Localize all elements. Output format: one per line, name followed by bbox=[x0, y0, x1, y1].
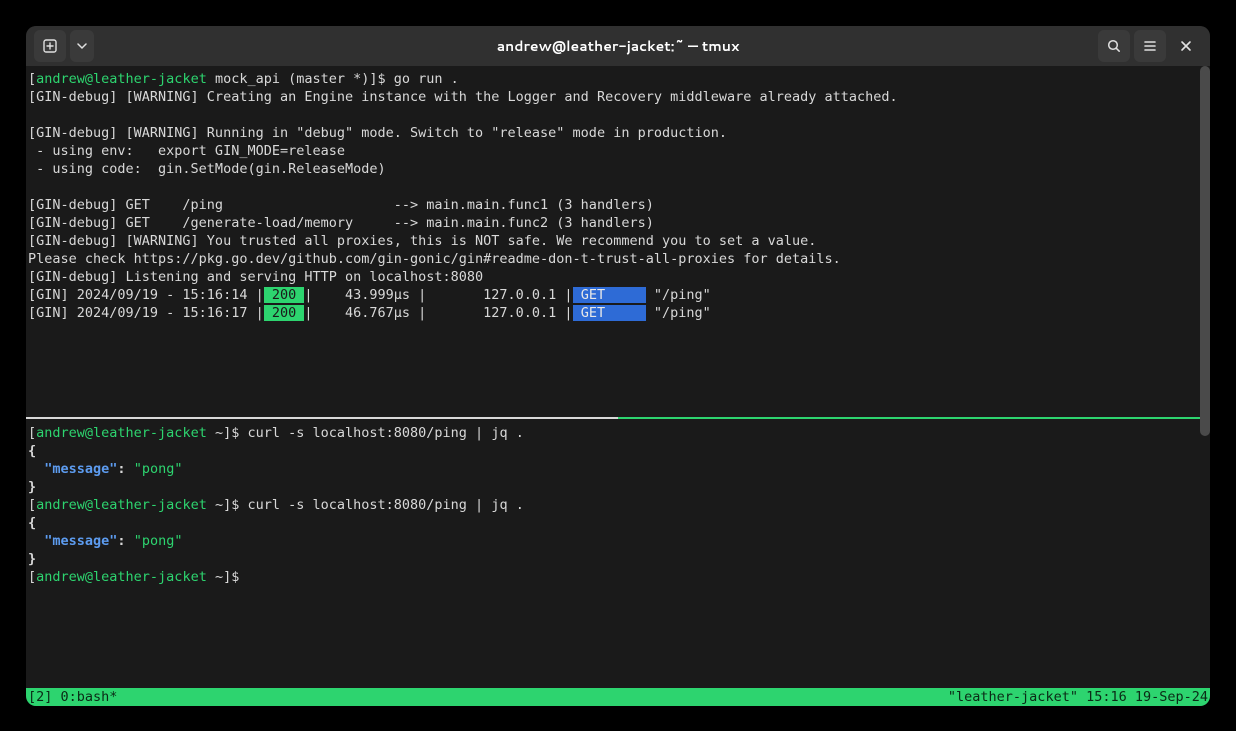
new-tab-dropdown[interactable] bbox=[70, 30, 94, 62]
request-path: "/ping" bbox=[646, 305, 711, 321]
tmux-status-bar[interactable]: [2] 0:bash* "leather-jacket" 15:16 19-Se… bbox=[26, 688, 1210, 706]
plus-box-icon bbox=[42, 38, 58, 54]
json-brace: { bbox=[28, 443, 36, 459]
output-line: [GIN-debug] Listening and serving HTTP o… bbox=[28, 269, 483, 285]
titlebar-left bbox=[34, 30, 94, 62]
json-colon: : bbox=[117, 533, 133, 549]
menu-button[interactable] bbox=[1134, 30, 1166, 62]
titlebar: andrew@leather-jacket:~ — tmux bbox=[26, 26, 1210, 66]
prompt-bracket: [ bbox=[28, 497, 36, 513]
tmux-pane-top[interactable]: [andrew@leather-jacket mock_api (master … bbox=[26, 66, 1210, 416]
json-brace: } bbox=[28, 551, 36, 567]
method-get: GET bbox=[573, 287, 646, 303]
search-icon bbox=[1106, 38, 1122, 54]
window-title: andrew@leather-jacket:~ — tmux bbox=[497, 36, 740, 56]
json-value: "pong" bbox=[134, 461, 183, 477]
output-line: - using code: gin.SetMode(gin.ReleaseMod… bbox=[28, 161, 386, 177]
tmux-status-right: "leather-jacket" 15:16 19-Sep-24 bbox=[948, 688, 1208, 706]
request-mid: | 46.767µs | 127.0.0.1 | bbox=[304, 305, 572, 321]
prompt-bracket-close: ]$ bbox=[223, 425, 247, 441]
prompt-user-host: andrew@leather-jacket bbox=[36, 497, 207, 513]
prompt-cwd: mock_api (master *) bbox=[207, 71, 370, 87]
command-text: curl -s localhost:8080/ping | jq . bbox=[247, 425, 523, 441]
output-line: [GIN-debug] GET /ping --> main.main.func… bbox=[28, 197, 654, 213]
request-log: [GIN] 2024/09/19 - 15:16:14 | bbox=[28, 287, 264, 303]
status-200: 200 bbox=[264, 305, 305, 321]
new-tab-button[interactable] bbox=[34, 30, 66, 62]
output-line: [GIN-debug] GET /generate-load/memory --… bbox=[28, 215, 654, 231]
terminal-window: andrew@leather-jacket:~ — tmux [andrew@l… bbox=[26, 26, 1210, 706]
prompt-cwd: ~ bbox=[207, 497, 223, 513]
chevron-down-icon bbox=[77, 41, 87, 51]
command-text: curl -s localhost:8080/ping | jq . bbox=[247, 497, 523, 513]
prompt-user-host: andrew@leather-jacket bbox=[36, 71, 207, 87]
terminal-body[interactable]: [andrew@leather-jacket mock_api (master … bbox=[26, 66, 1210, 706]
prompt-bracket: [ bbox=[28, 569, 36, 585]
divider-active bbox=[618, 417, 1210, 419]
titlebar-right bbox=[1098, 30, 1202, 62]
status-200: 200 bbox=[264, 287, 305, 303]
json-brace: { bbox=[28, 515, 36, 531]
prompt-bracket: [ bbox=[28, 425, 36, 441]
prompt-user-host: andrew@leather-jacket bbox=[36, 569, 207, 585]
output-line: [GIN-debug] [WARNING] You trusted all pr… bbox=[28, 233, 816, 249]
output-line: [GIN-debug] [WARNING] Running in "debug"… bbox=[28, 125, 727, 141]
prompt-bracket-close: ]$ bbox=[223, 569, 247, 585]
request-path: "/ping" bbox=[646, 287, 711, 303]
request-log: [GIN] 2024/09/19 - 15:16:17 | bbox=[28, 305, 264, 321]
prompt-bracket-close: ]$ bbox=[369, 71, 393, 87]
tmux-status-left: [2] 0:bash* bbox=[28, 688, 117, 706]
divider-inactive bbox=[26, 417, 618, 419]
close-icon bbox=[1179, 39, 1193, 53]
prompt-bracket: [ bbox=[28, 71, 36, 87]
json-colon: : bbox=[117, 461, 133, 477]
prompt-bracket-close: ]$ bbox=[223, 497, 247, 513]
json-brace: } bbox=[28, 479, 36, 495]
prompt-user-host: andrew@leather-jacket bbox=[36, 425, 207, 441]
output-line: Please check https://pkg.go.dev/github.c… bbox=[28, 251, 841, 267]
request-mid: | 43.999µs | 127.0.0.1 | bbox=[304, 287, 572, 303]
json-value: "pong" bbox=[134, 533, 183, 549]
prompt-cwd: ~ bbox=[207, 425, 223, 441]
output-line: - using env: export GIN_MODE=release bbox=[28, 143, 345, 159]
command-text: go run . bbox=[394, 71, 459, 87]
tmux-pane-bottom[interactable]: [andrew@leather-jacket ~]$ curl -s local… bbox=[26, 420, 1210, 590]
prompt-cwd: ~ bbox=[207, 569, 223, 585]
close-button[interactable] bbox=[1170, 30, 1202, 62]
method-get: GET bbox=[573, 305, 646, 321]
search-button[interactable] bbox=[1098, 30, 1130, 62]
output-line: [GIN-debug] [WARNING] Creating an Engine… bbox=[28, 89, 898, 105]
json-key: "message" bbox=[44, 533, 117, 549]
hamburger-icon bbox=[1142, 38, 1158, 54]
json-key: "message" bbox=[44, 461, 117, 477]
scrollbar[interactable] bbox=[1200, 66, 1210, 436]
